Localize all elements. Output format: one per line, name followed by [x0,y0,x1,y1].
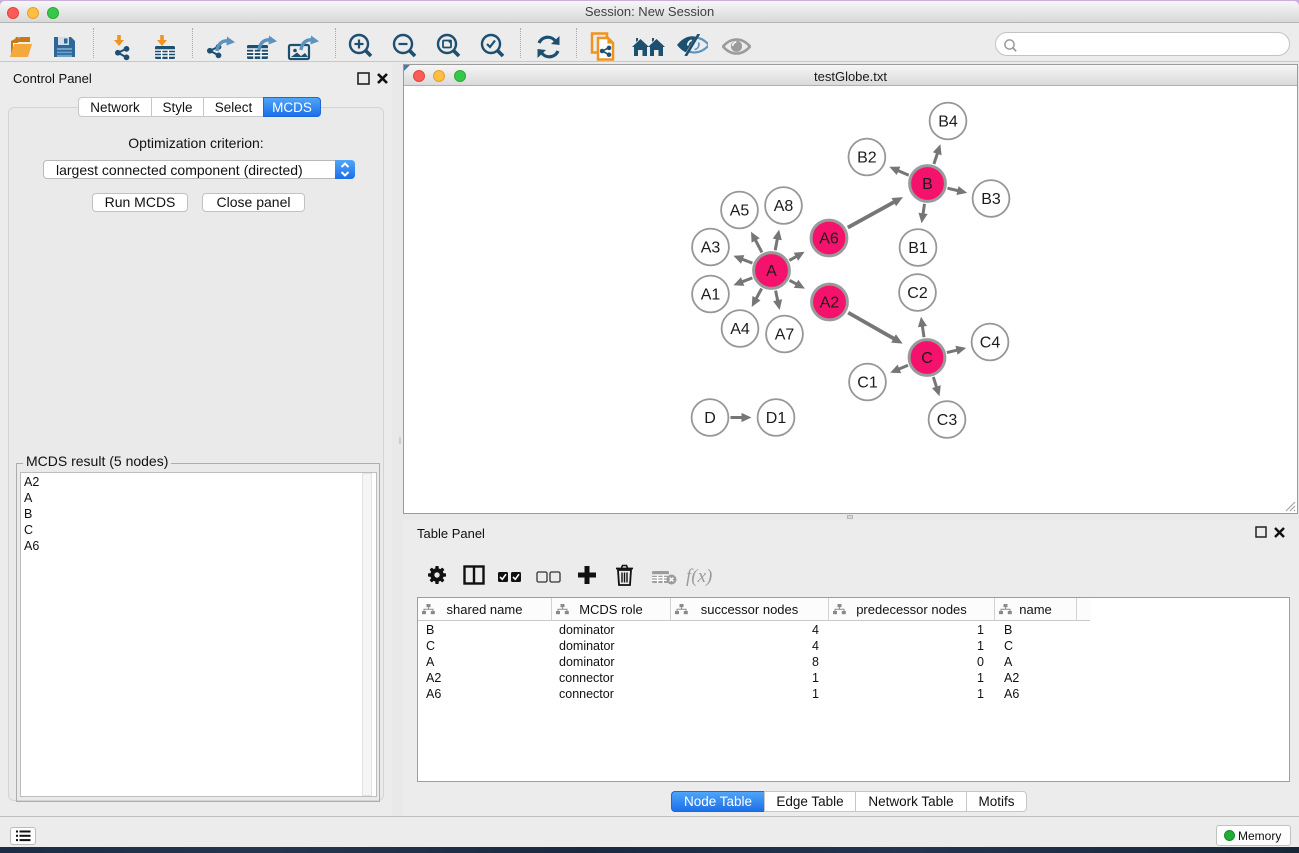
svg-text:A: A [766,263,777,280]
svg-text:A2: A2 [820,295,840,312]
svg-text:B1: B1 [908,240,928,257]
svg-text:A5: A5 [730,203,750,220]
svg-text:B4: B4 [938,114,958,131]
svg-text:B3: B3 [981,191,1001,208]
svg-text:A4: A4 [730,321,750,338]
svg-text:B2: B2 [857,150,877,167]
svg-text:C: C [921,350,933,367]
svg-text:A1: A1 [701,287,721,304]
svg-text:C2: C2 [907,285,928,302]
svg-text:C3: C3 [937,412,958,429]
svg-text:D1: D1 [766,410,787,427]
svg-text:B: B [922,176,933,193]
svg-text:A3: A3 [701,240,721,257]
svg-text:A6: A6 [819,231,839,248]
svg-text:D: D [704,410,716,427]
svg-text:A8: A8 [774,198,794,215]
svg-text:C4: C4 [980,335,1001,352]
svg-text:C1: C1 [857,375,878,392]
svg-text:A7: A7 [775,327,795,344]
